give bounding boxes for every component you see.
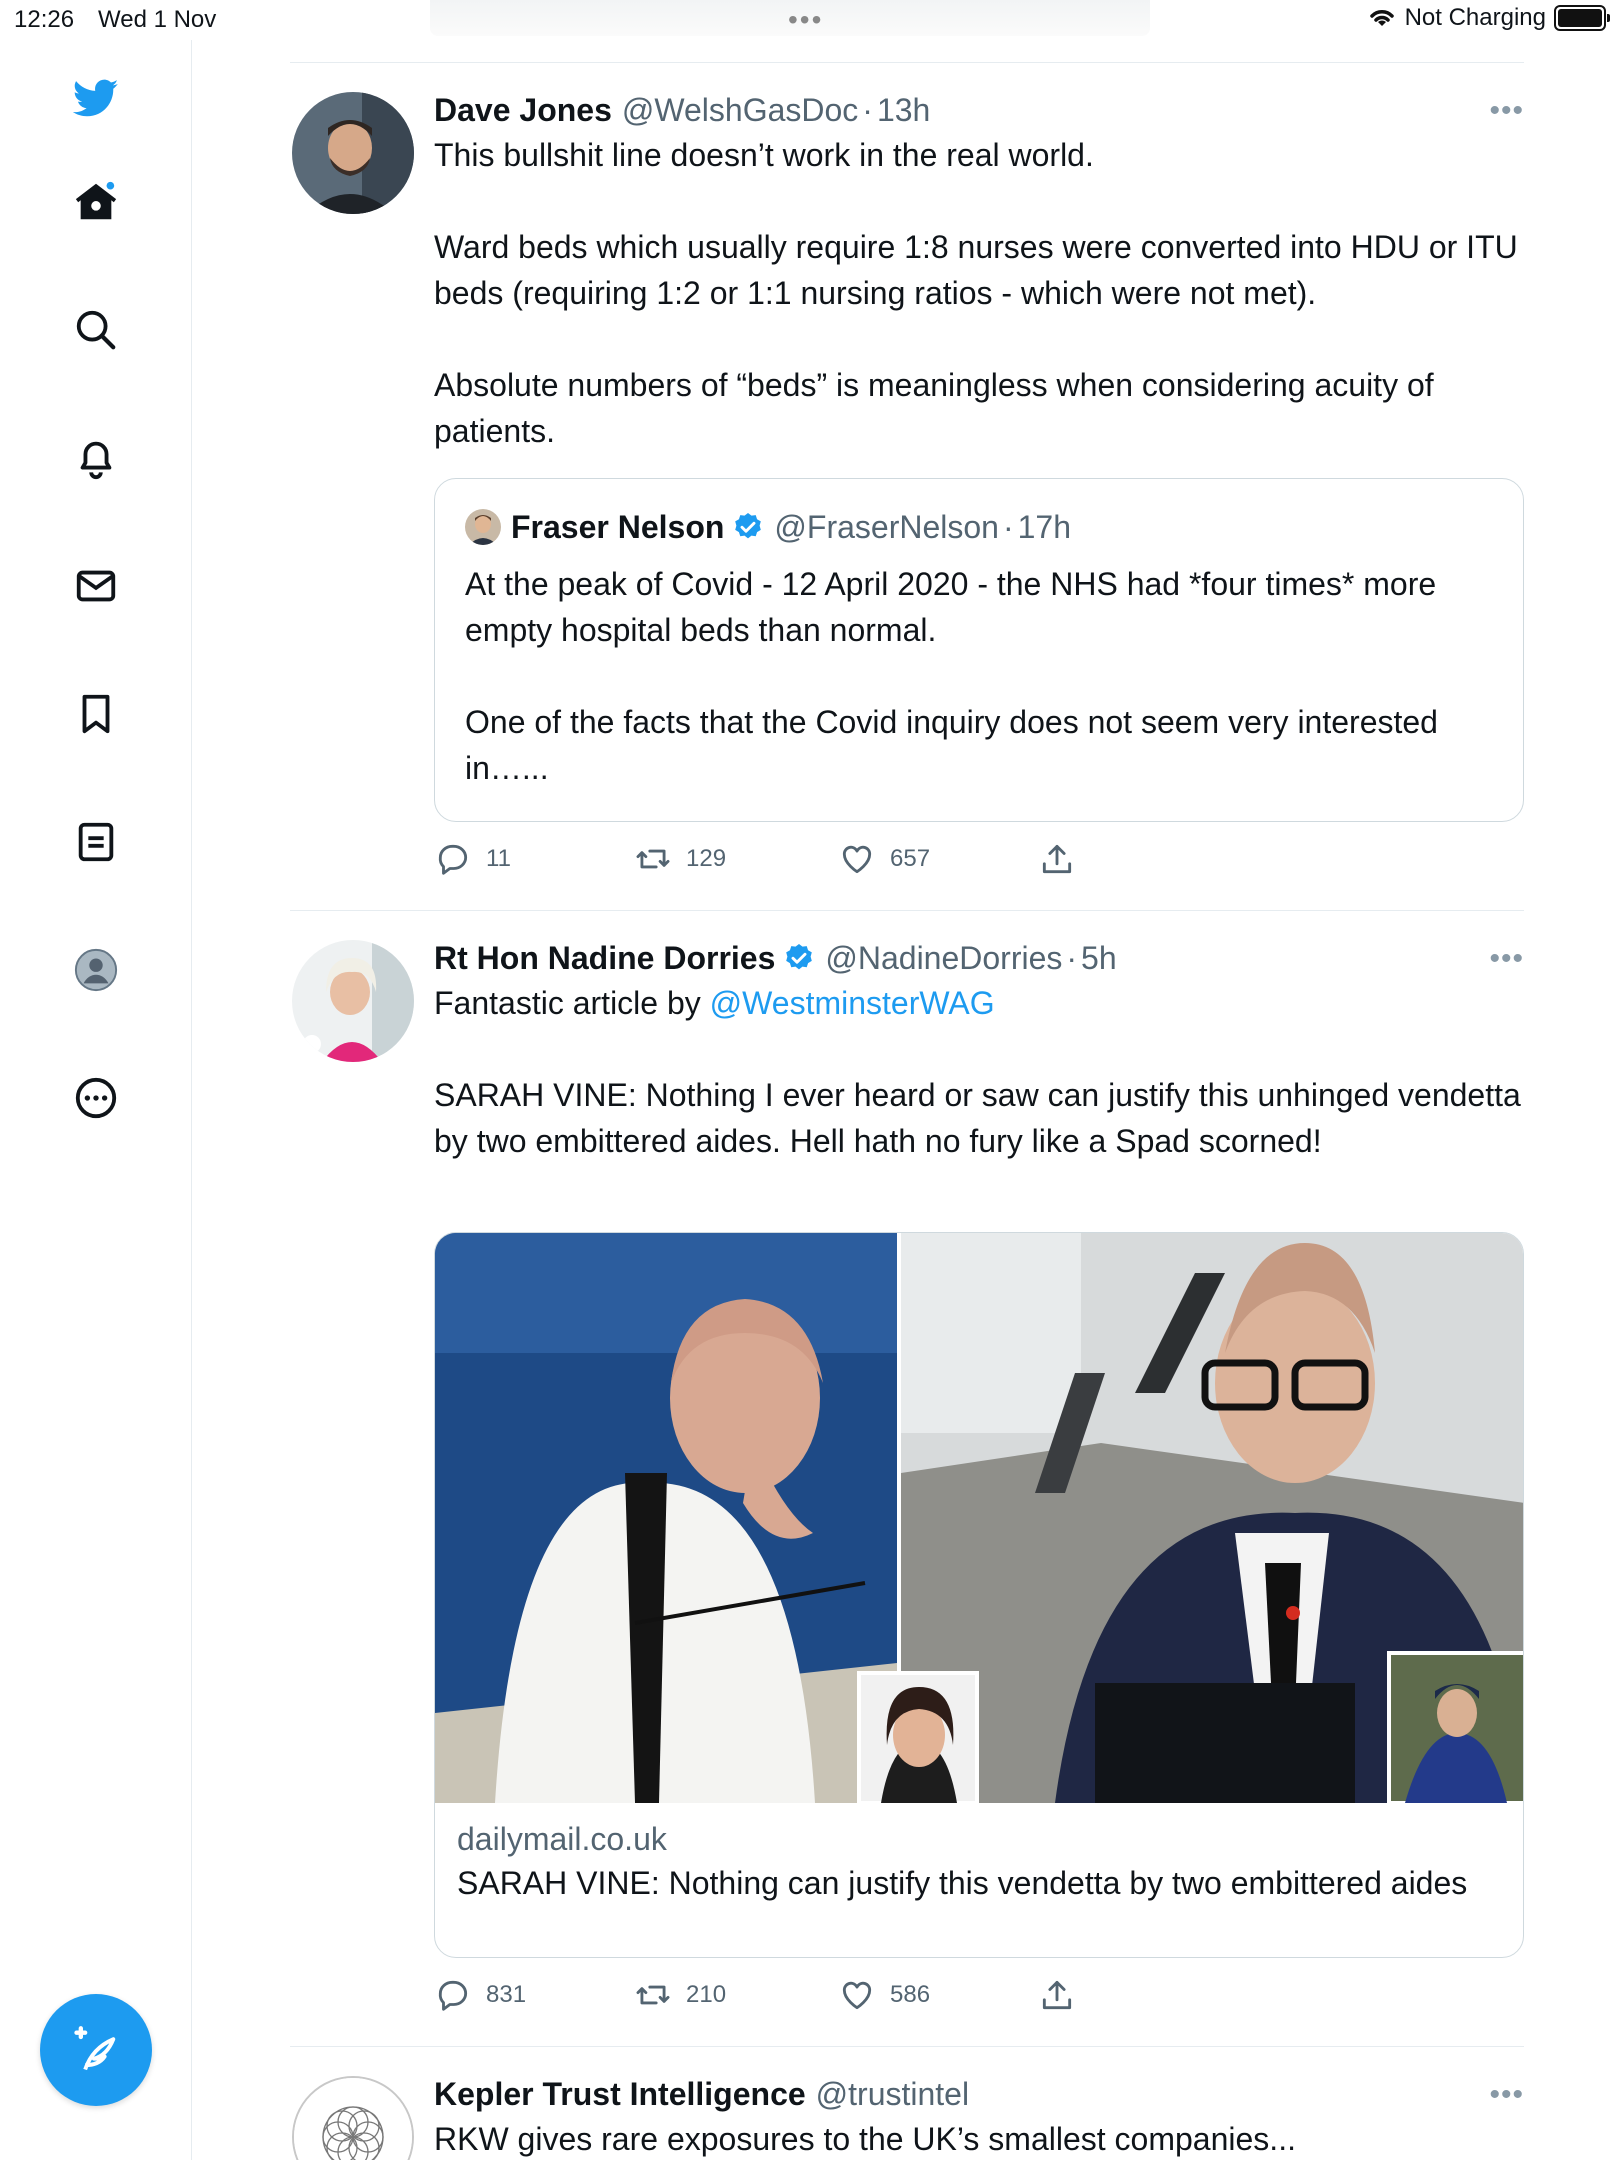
- retweet-button[interactable]: 210: [634, 1976, 726, 2014]
- like-heart-icon: [842, 845, 872, 874]
- author-name[interactable]: Dave Jones: [434, 90, 612, 130]
- retweet-icon: [636, 849, 670, 869]
- tweet-header: Kepler Trust Intelligence @trustintel: [434, 2074, 1524, 2114]
- feed-divider: [290, 910, 1524, 911]
- author-name[interactable]: Rt Hon Nadine Dorries: [434, 938, 775, 978]
- avatar[interactable]: [292, 940, 414, 1062]
- tweet-kepler-trust[interactable]: Kepler Trust Intelligence @trustintel ••…: [290, 2074, 1524, 2160]
- quoted-avatar: [465, 509, 501, 545]
- tweet-text: This bullshit line doesn’t work in the r…: [434, 132, 1524, 454]
- share-button[interactable]: [1038, 1976, 1090, 2014]
- author-handle[interactable]: @WelshGasDoc: [622, 90, 858, 130]
- tweet-text: Fantastic article by @WestminsterWAG SAR…: [434, 980, 1524, 1164]
- search-icon[interactable]: [64, 298, 128, 362]
- reply-button[interactable]: 831: [434, 1976, 526, 2014]
- bookmarks-icon[interactable]: [64, 682, 128, 746]
- more-menu-icon[interactable]: •••: [1489, 944, 1524, 974]
- author-handle[interactable]: @trustintel: [816, 2074, 969, 2114]
- tweet-paragraph: SARAH VINE: Nothing I ever heard or saw …: [434, 1077, 1521, 1159]
- quoted-paragraph: At the peak of Covid - 12 April 2020 - t…: [465, 566, 1437, 648]
- tweet-actions: 11 129 657: [434, 840, 1134, 880]
- retweet-icon: [636, 1985, 670, 2005]
- like-button[interactable]: 586: [838, 1976, 930, 2014]
- tweet-paragraph: This bullshit line doesn’t work in the r…: [434, 137, 1094, 173]
- tweet-header: Rt Hon Nadine Dorries @NadineDorries · 5…: [434, 938, 1524, 978]
- link-card[interactable]: dailymail.co.uk SARAH VINE: Nothing can …: [434, 1232, 1524, 1958]
- messages-envelope-icon[interactable]: [64, 554, 128, 618]
- sidebar: [0, 40, 192, 2160]
- reply-count: 831: [486, 1981, 527, 2008]
- status-time: 12:26: [14, 6, 75, 33]
- retweet-count: 210: [686, 1981, 727, 2008]
- like-count: 657: [890, 845, 931, 872]
- quoted-tweet-header: Fraser Nelson @FraserNelson · 17h: [465, 507, 1493, 547]
- compose-feather-icon: [74, 2026, 116, 2071]
- wifi-icon: [1369, 10, 1394, 26]
- mention-link[interactable]: @WestminsterWAG: [710, 985, 995, 1021]
- more-options-icon[interactable]: [64, 1066, 128, 1130]
- separator: ·: [1002, 509, 1014, 545]
- more-menu-icon[interactable]: •••: [1489, 2080, 1524, 2110]
- retweet-button[interactable]: 129: [634, 840, 726, 878]
- multitasking-dots-icon[interactable]: •••: [788, 4, 823, 36]
- tweet-text-prefix: Fantastic article by: [434, 985, 710, 1021]
- compose-tweet-button[interactable]: [40, 1994, 152, 2106]
- reply-button[interactable]: 11: [434, 840, 511, 878]
- feed-divider: [290, 2046, 1524, 2047]
- status-date: Wed 1 Nov: [98, 6, 217, 33]
- battery-icon: [1554, 5, 1610, 31]
- separator: ·: [862, 92, 873, 128]
- like-button[interactable]: 657: [838, 840, 930, 878]
- link-card-meta: dailymail.co.uk SARAH VINE: Nothing can …: [435, 1803, 1523, 1919]
- feed-divider: [290, 62, 1524, 63]
- status-bar: 12:26 Wed 1 Nov ••• Not Charging: [0, 0, 1620, 40]
- author-handle[interactable]: @NadineDorries: [825, 938, 1062, 978]
- share-icon: [1042, 1980, 1072, 2010]
- battery-status-text: Not Charging: [1404, 4, 1546, 31]
- avatar[interactable]: [292, 92, 414, 214]
- home-icon[interactable]: [64, 170, 128, 234]
- link-card-image: [435, 1233, 1523, 1805]
- quoted-author-name: Fraser Nelson: [511, 509, 725, 545]
- like-heart-icon: [842, 1981, 872, 2010]
- quoted-tweet-time: 17h: [1017, 509, 1072, 545]
- verified-badge-icon: [786, 944, 813, 970]
- reply-icon: [438, 1980, 468, 2011]
- tweet-header: Dave Jones @WelshGasDoc · 13h: [434, 90, 1524, 130]
- share-button[interactable]: [1038, 840, 1090, 878]
- status-right: Not Charging: [1367, 4, 1610, 32]
- more-menu-icon[interactable]: •••: [1489, 96, 1524, 126]
- reply-count: 11: [486, 845, 511, 872]
- profile-avatar-icon[interactable]: [64, 938, 128, 1002]
- link-card-domain: dailymail.co.uk: [457, 1821, 667, 1857]
- separator: ·: [1066, 940, 1078, 976]
- twitter-logo-icon[interactable]: [64, 66, 128, 130]
- avatar[interactable]: [292, 2076, 414, 2160]
- tweet-paragraph: Absolute numbers of “beds” is meaningles…: [434, 367, 1434, 449]
- tweet-time[interactable]: 5h: [1081, 938, 1117, 978]
- retweet-count: 129: [686, 845, 727, 872]
- tweet-time[interactable]: 13h: [877, 90, 930, 130]
- tweet-paragraph: Ward beds which usually require 1:8 nurs…: [434, 229, 1518, 311]
- quoted-paragraph: One of the facts that the Covid inquiry …: [465, 704, 1438, 786]
- verified-badge-icon: [735, 513, 762, 539]
- tweet-text: RKW gives rare exposures to the UK’s sma…: [434, 2121, 1296, 2157]
- link-card-title: SARAH VINE: Nothing can justify this ven…: [457, 1865, 1468, 1901]
- notifications-bell-icon[interactable]: [64, 426, 128, 490]
- like-count: 586: [890, 1981, 931, 2008]
- share-icon: [1042, 844, 1072, 874]
- lists-icon[interactable]: [64, 810, 128, 874]
- author-name[interactable]: Kepler Trust Intelligence: [434, 2074, 806, 2114]
- quoted-tweet-text: At the peak of Covid - 12 April 2020 - t…: [465, 561, 1493, 791]
- reply-icon: [438, 844, 468, 875]
- tweet-actions: 831 210 586: [434, 1976, 1134, 2016]
- quoted-author-handle: @FraserNelson: [774, 509, 999, 545]
- quoted-tweet[interactable]: Fraser Nelson @FraserNelson · 17h At the…: [434, 478, 1524, 822]
